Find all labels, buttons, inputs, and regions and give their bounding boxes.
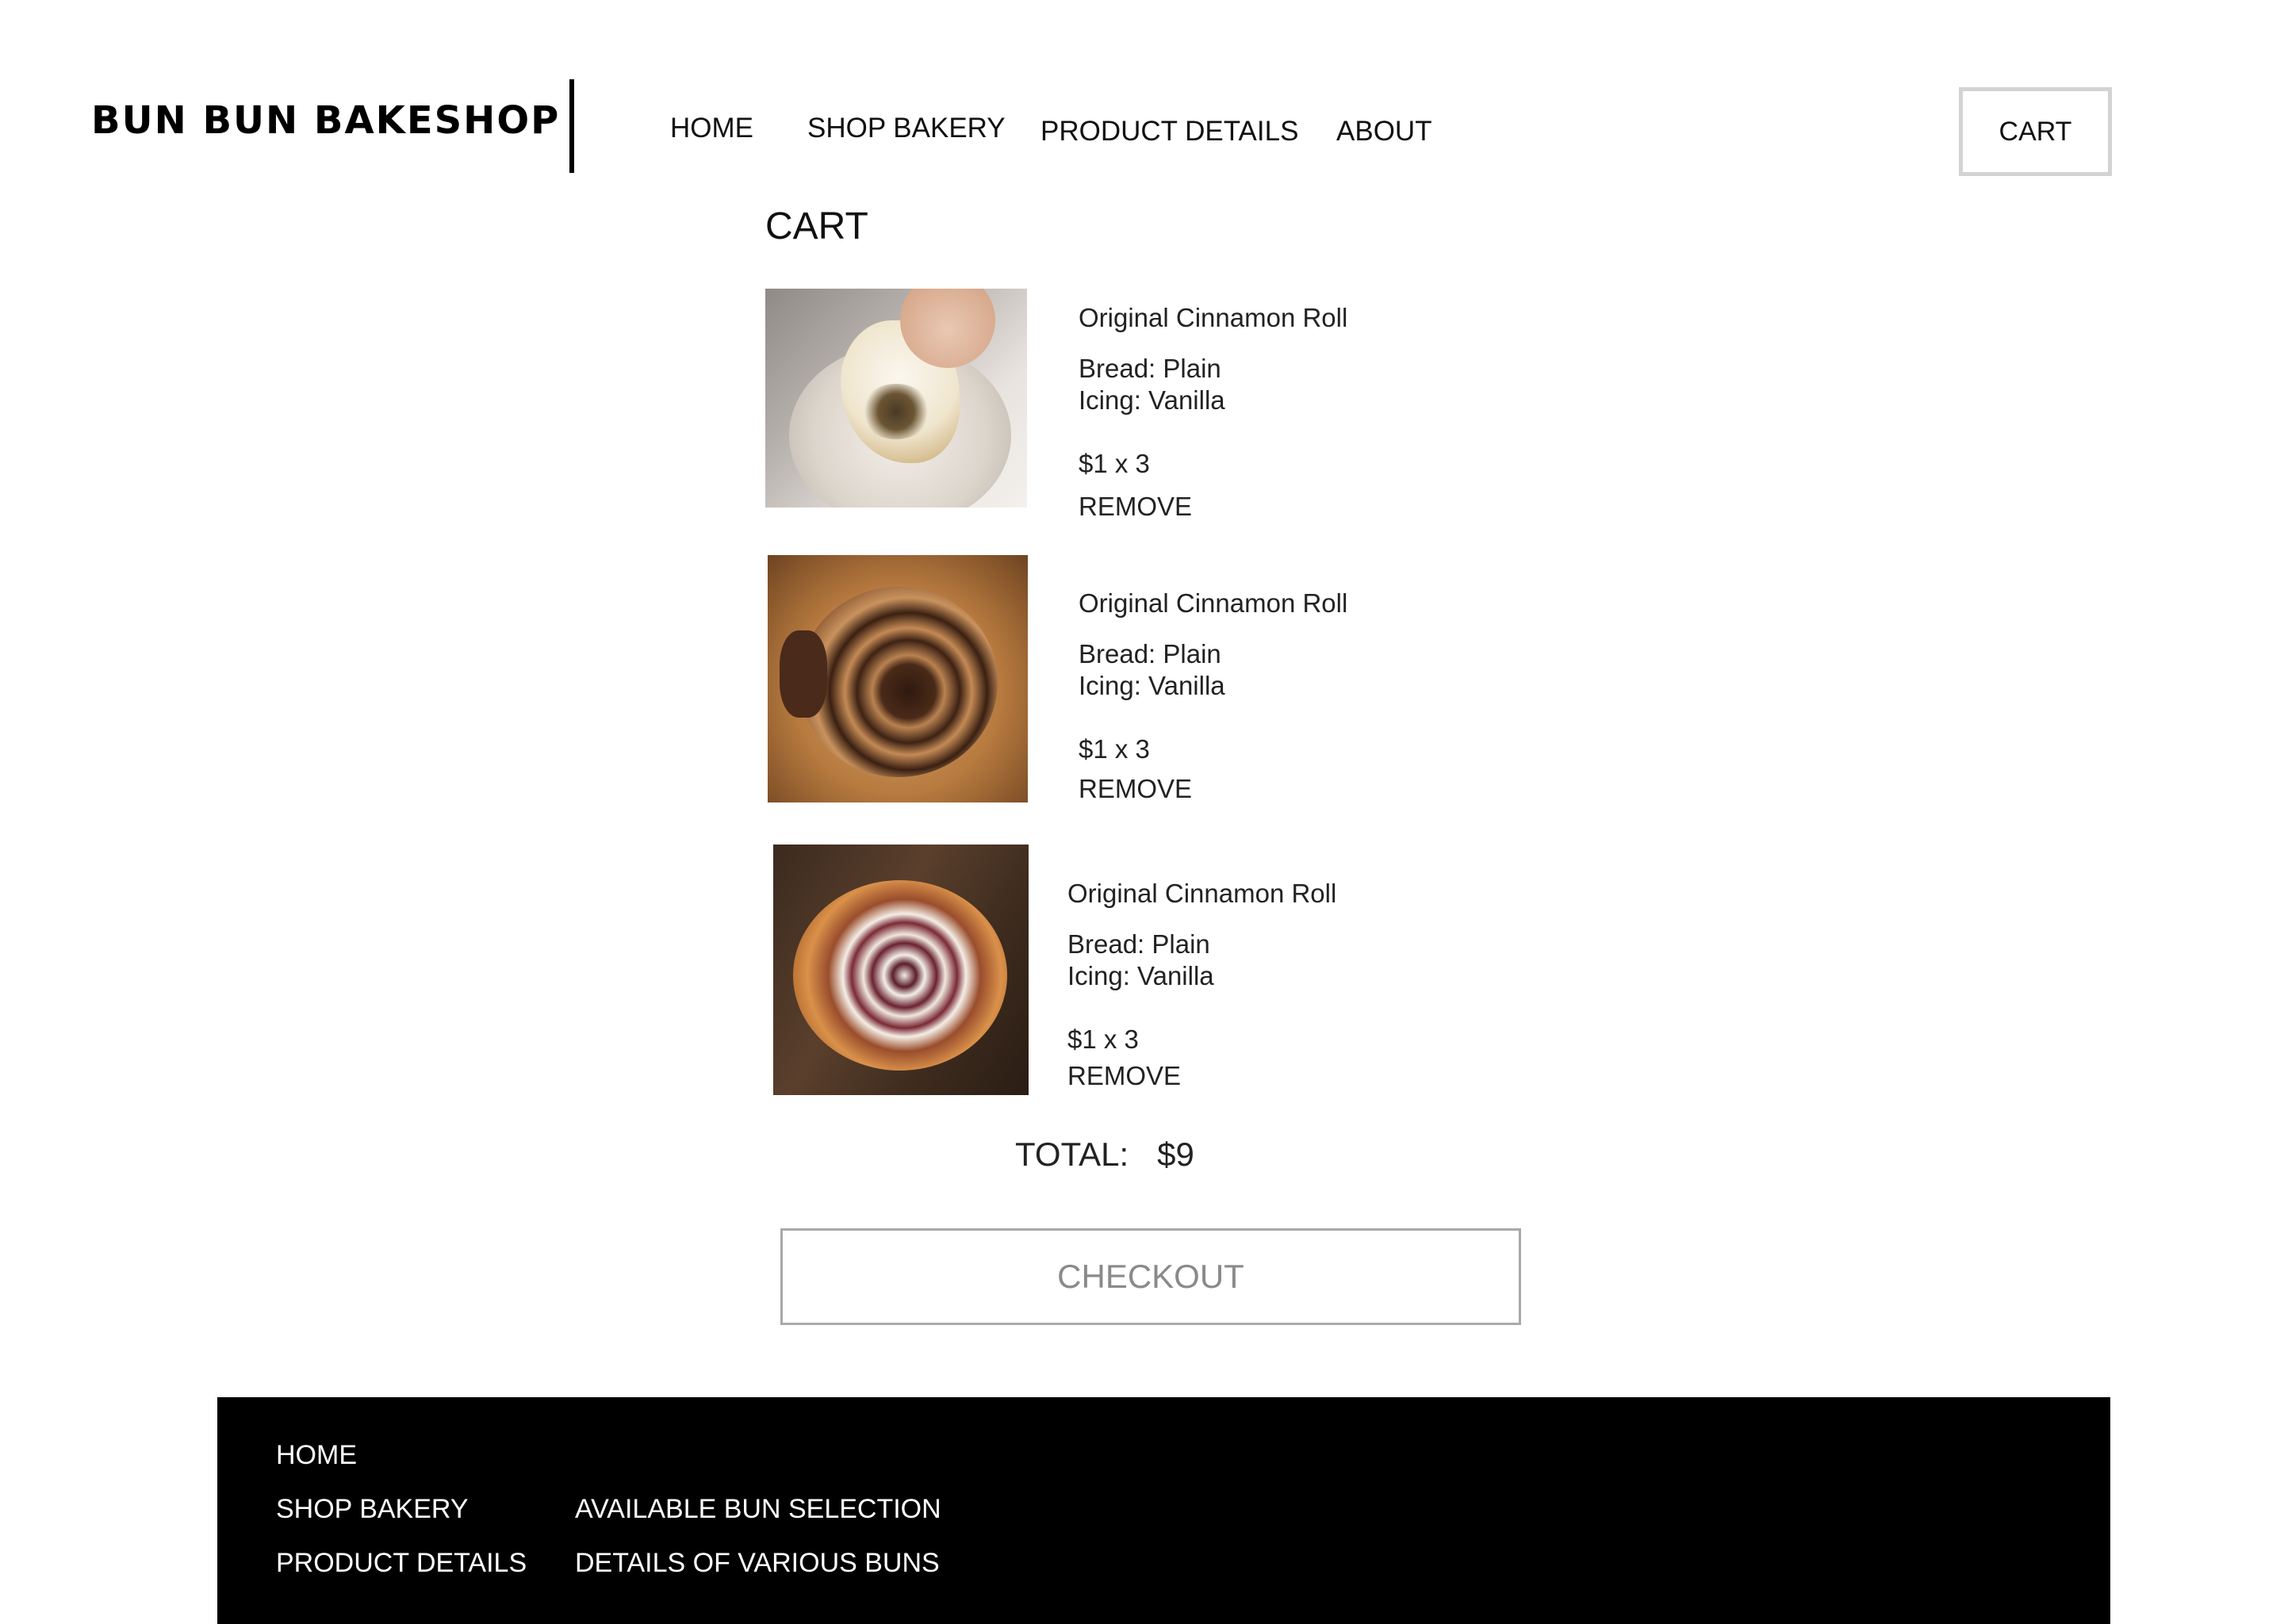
- item-price-qty: $1 x 3: [1067, 1025, 1139, 1054]
- checkout-button[interactable]: CHECKOUT: [780, 1228, 1521, 1325]
- item-bread: Bread: Plain: [1067, 929, 1210, 959]
- item-icing: Icing: Vanilla: [1079, 671, 1225, 700]
- chocolate-drip-shape: [780, 630, 827, 718]
- nav-home[interactable]: HOME: [670, 113, 753, 144]
- nav-product-details[interactable]: PRODUCT DETAILS: [1040, 116, 1298, 147]
- item-name: Original Cinnamon Roll: [1067, 879, 1337, 908]
- item-price-qty: $1 x 3: [1079, 734, 1150, 764]
- footer-link-details-of-various-buns[interactable]: DETAILS OF VARIOUS BUNS: [575, 1548, 940, 1579]
- remove-item-1-button[interactable]: REMOVE: [1079, 492, 1192, 522]
- cart-item-3-image: [773, 845, 1029, 1095]
- item-bread: Bread: Plain: [1079, 639, 1221, 668]
- total-label: TOTAL:: [1015, 1136, 1129, 1173]
- total-value: $9: [1157, 1136, 1194, 1173]
- remove-item-3-button[interactable]: REMOVE: [1067, 1061, 1181, 1091]
- item-icing: Icing: Vanilla: [1067, 961, 1214, 990]
- item-name: Original Cinnamon Roll: [1079, 303, 1348, 332]
- cart-button[interactable]: CART: [1959, 87, 2112, 176]
- brand-logo[interactable]: BUN BUN BAKESHOP: [91, 98, 560, 143]
- crumbs-shape: [860, 384, 932, 439]
- cart-item-2-image: [768, 555, 1028, 802]
- item-bread: Bread: Plain: [1079, 354, 1221, 383]
- footer: HOME SHOP BAKERY PRODUCT DETAILS AVAILAB…: [217, 1397, 2110, 1624]
- item-name: Original Cinnamon Roll: [1079, 588, 1348, 618]
- nav-shop-bakery[interactable]: SHOP BAKERY: [807, 113, 1006, 144]
- cart-item-1-image: [765, 289, 1027, 508]
- page-title: CART: [765, 205, 868, 247]
- remove-item-2-button[interactable]: REMOVE: [1079, 774, 1192, 804]
- header-divider: [569, 79, 574, 173]
- footer-link-shop-bakery[interactable]: SHOP BAKERY: [276, 1494, 469, 1525]
- footer-link-available-bun-selection[interactable]: AVAILABLE BUN SELECTION: [575, 1494, 941, 1525]
- bun-shape: [793, 880, 1007, 1071]
- cart-total: TOTAL: $9: [1015, 1136, 1194, 1174]
- footer-link-product-details[interactable]: PRODUCT DETAILS: [276, 1548, 527, 1579]
- cart-button-label: CART: [1998, 116, 2072, 147]
- item-price-qty: $1 x 3: [1079, 449, 1150, 478]
- item-icing: Icing: Vanilla: [1079, 385, 1225, 415]
- nav-about[interactable]: ABOUT: [1336, 116, 1432, 147]
- swirl-shape: [799, 587, 998, 777]
- checkout-button-label: CHECKOUT: [1057, 1258, 1244, 1295]
- footer-link-home[interactable]: HOME: [276, 1440, 357, 1471]
